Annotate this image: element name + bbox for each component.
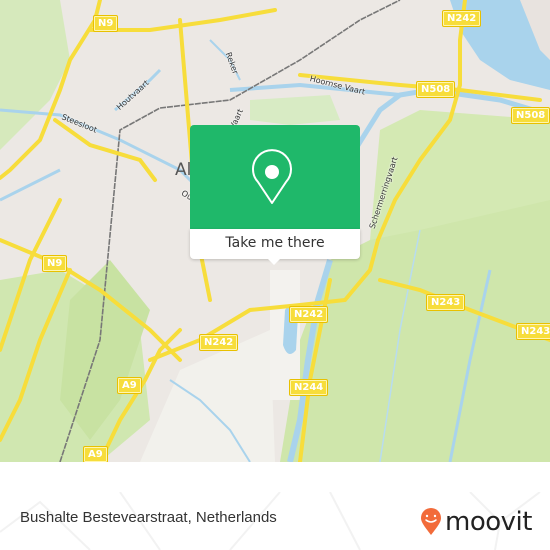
popup-pointer bbox=[267, 258, 281, 265]
moovit-logo[interactable]: moovit bbox=[420, 507, 532, 537]
location-popup: Take me there bbox=[190, 125, 360, 265]
moovit-pin-icon bbox=[421, 508, 441, 535]
road-shield-a9: A9 bbox=[84, 447, 107, 462]
water-hoornse-vaart bbox=[229, 82, 401, 97]
road-shield-n508: N508 bbox=[512, 108, 550, 123]
map-view[interactable]: N9 N242 N508 N508 N9 N242 N242 N243 N243… bbox=[0, 0, 550, 462]
farmland-west bbox=[0, 0, 70, 150]
road-shield-n242: N242 bbox=[443, 11, 481, 26]
water-canal-mid bbox=[0, 168, 61, 202]
road-shield-n244: N244 bbox=[290, 380, 328, 395]
popup-header bbox=[190, 125, 360, 229]
road-shield-n508: N508 bbox=[417, 82, 455, 97]
road-shield-n9: N9 bbox=[43, 256, 67, 271]
map-pin-icon bbox=[252, 149, 292, 204]
road-shield-n242: N242 bbox=[200, 335, 238, 350]
city-label: Al bbox=[175, 160, 192, 180]
road-shield-n243: N243 bbox=[427, 295, 465, 310]
road-shield-a9: A9 bbox=[118, 378, 141, 393]
green-park-north bbox=[250, 95, 340, 125]
take-me-there-button[interactable]: Take me there bbox=[190, 229, 360, 259]
location-title: Bushalte Bestevearstraat, Netherlands bbox=[20, 509, 277, 526]
footer: Bushalte Bestevearstraat, Netherlands mo… bbox=[0, 492, 550, 550]
road-shield-n242: N242 bbox=[290, 307, 328, 322]
road-shield-n243: N243 bbox=[517, 324, 550, 339]
road-shield-n9: N9 bbox=[94, 16, 118, 31]
moovit-wordmark: moovit bbox=[445, 507, 532, 537]
